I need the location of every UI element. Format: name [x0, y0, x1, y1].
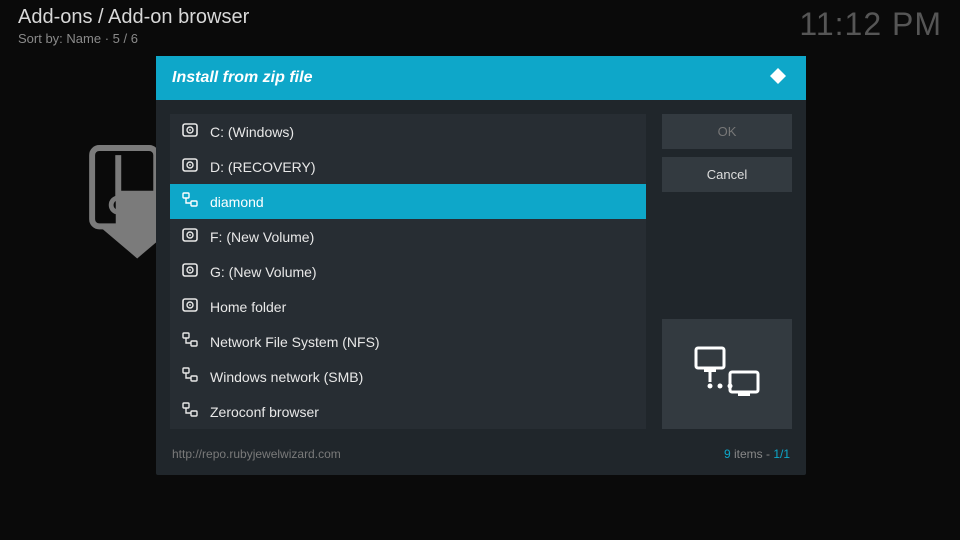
- drive-icon: [182, 262, 198, 281]
- file-item-label: Zeroconf browser: [210, 404, 319, 420]
- dialog-header: Install from zip file: [156, 56, 806, 100]
- file-item-label: Network File System (NFS): [210, 334, 380, 350]
- file-item-label: Windows network (SMB): [210, 369, 363, 385]
- file-item[interactable]: C: (Windows): [170, 114, 646, 149]
- file-item[interactable]: F: (New Volume): [170, 219, 646, 254]
- install-zip-dialog: Install from zip file C: (Windows) D: (RE…: [156, 56, 806, 475]
- sort-line: Sort by: Name · 5 / 6: [18, 31, 249, 46]
- file-item[interactable]: D: (RECOVERY): [170, 149, 646, 184]
- network-icon: [182, 332, 198, 351]
- file-item[interactable]: Network File System (NFS): [170, 324, 646, 359]
- footer-pager: 9 items - 1/1: [724, 447, 790, 461]
- file-item-label: Home folder: [210, 299, 286, 315]
- file-item-label: C: (Windows): [210, 124, 294, 140]
- top-bar: Add-ons / Add-on browser Sort by: Name ·…: [18, 6, 942, 46]
- breadcrumb: Add-ons / Add-on browser Sort by: Name ·…: [18, 6, 249, 46]
- network-icon: [182, 402, 198, 421]
- file-item[interactable]: Windows network (SMB): [170, 359, 646, 394]
- file-item-label: D: (RECOVERY): [210, 159, 316, 175]
- ok-button[interactable]: OK: [662, 114, 792, 149]
- kodi-logo-icon: [766, 66, 790, 90]
- drive-icon: [182, 122, 198, 141]
- cancel-button[interactable]: Cancel: [662, 157, 792, 192]
- drive-icon: [182, 157, 198, 176]
- preview-thumbnail: [662, 319, 792, 429]
- dialog-footer: http://repo.rubyjewelwizard.com 9 items …: [156, 437, 806, 475]
- clock: 11:12 PM: [799, 6, 942, 43]
- file-item-label: diamond: [210, 194, 264, 210]
- footer-url: http://repo.rubyjewelwizard.com: [172, 447, 341, 461]
- dialog-side-column: OK Cancel: [662, 114, 792, 429]
- file-item[interactable]: Zeroconf browser: [170, 394, 646, 429]
- file-item[interactable]: G: (New Volume): [170, 254, 646, 289]
- file-item[interactable]: Home folder: [170, 289, 646, 324]
- drive-icon: [182, 297, 198, 316]
- network-icon: [182, 367, 198, 386]
- network-share-icon: [692, 344, 762, 404]
- breadcrumb-title: Add-ons / Add-on browser: [18, 6, 249, 29]
- dialog-title: Install from zip file: [172, 69, 312, 87]
- file-list[interactable]: C: (Windows) D: (RECOVERY) diamond F: (New …: [170, 114, 646, 429]
- file-item[interactable]: diamond: [170, 184, 646, 219]
- file-item-label: F: (New Volume): [210, 229, 314, 245]
- file-item-label: G: (New Volume): [210, 264, 317, 280]
- network-icon: [182, 192, 198, 211]
- drive-icon: [182, 227, 198, 246]
